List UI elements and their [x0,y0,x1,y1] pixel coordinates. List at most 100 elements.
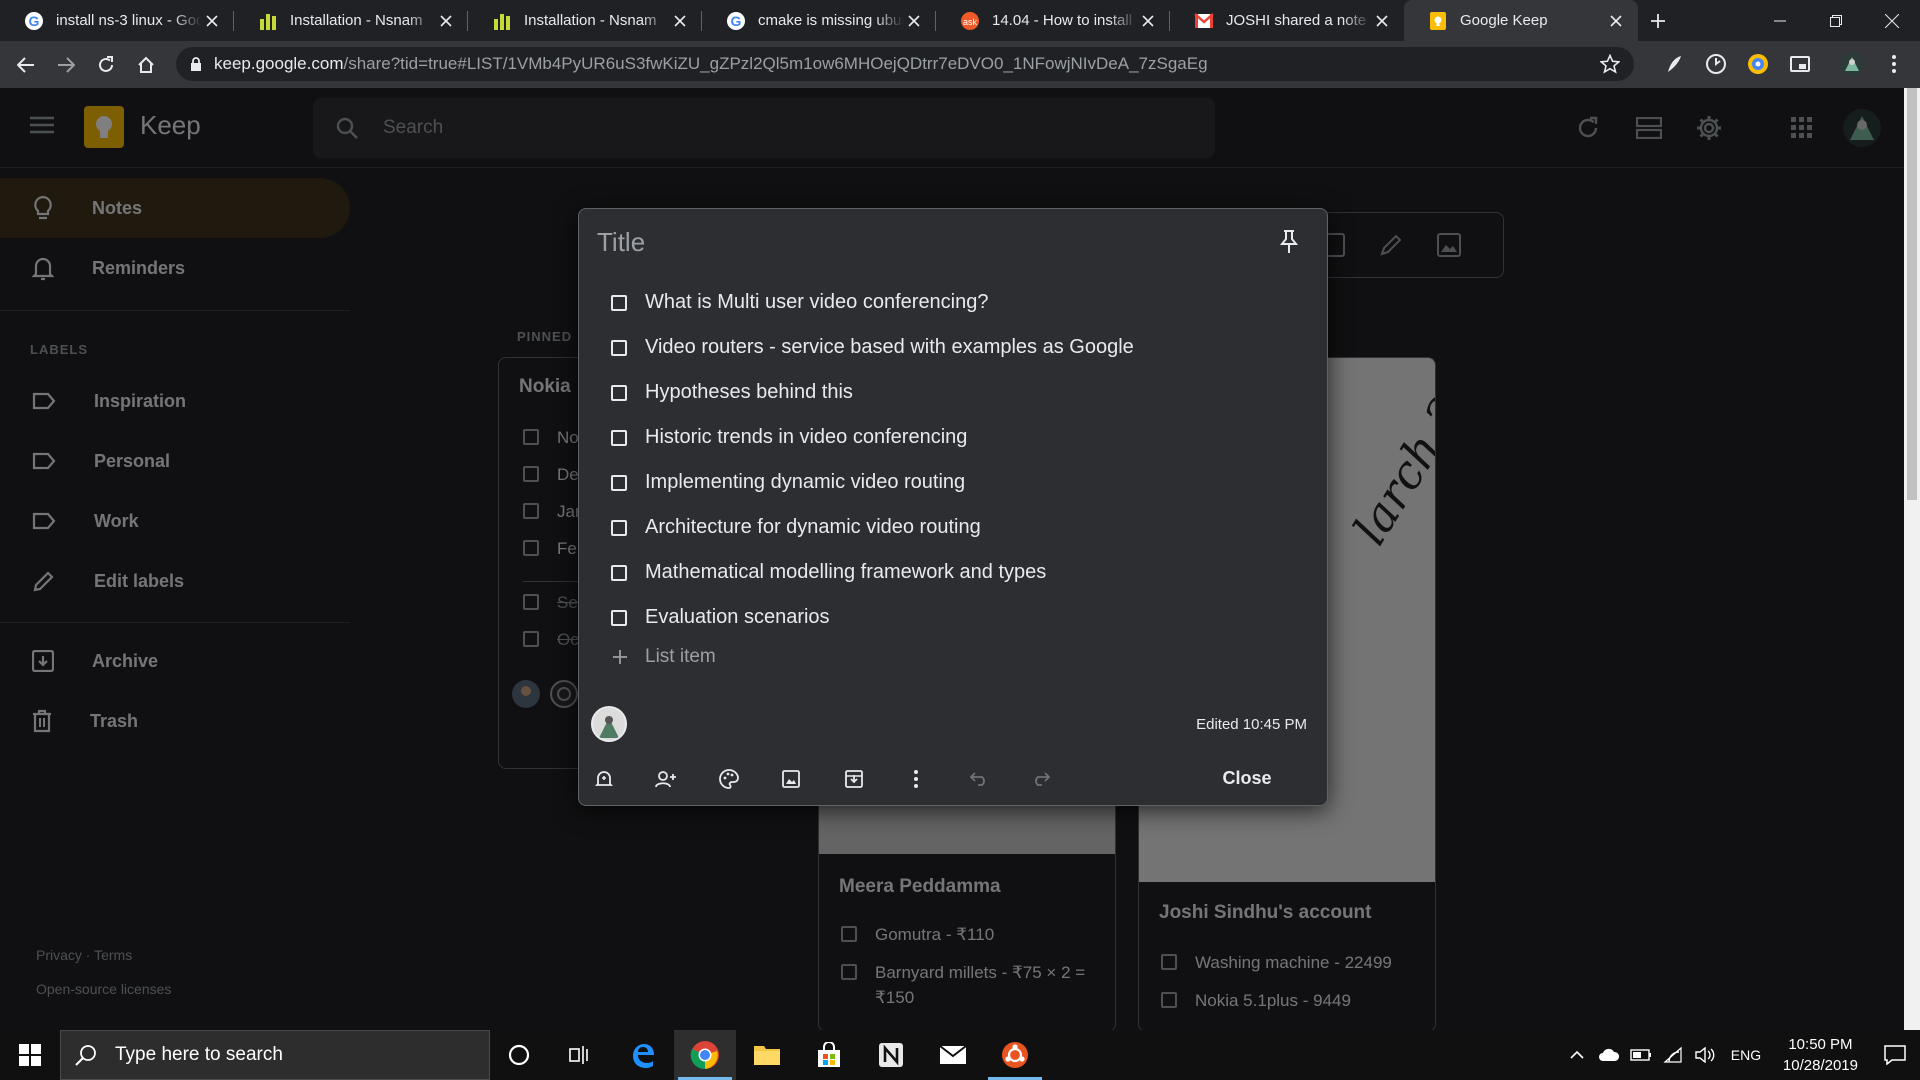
sidebar-item-notes[interactable]: Notes [0,178,350,238]
notification-center-icon[interactable] [1870,1030,1920,1080]
close-tab-icon[interactable] [1372,11,1392,31]
archive-icon[interactable] [837,762,871,796]
onedrive-cloud-icon[interactable] [1593,1030,1625,1080]
licenses-link[interactable]: Open-source licenses [36,972,171,1006]
settings-gear-icon[interactable] [1696,115,1722,141]
refresh-icon[interactable] [1576,116,1600,140]
undo-icon[interactable] [962,762,996,796]
extension-feather-icon[interactable] [1657,47,1691,81]
scrollbar-thumb[interactable] [1907,88,1917,500]
store-icon[interactable] [798,1030,860,1080]
checkbox[interactable] [611,564,627,581]
windows-start-icon[interactable] [0,1030,60,1080]
sidebar-item-work[interactable]: Work [0,491,350,551]
ubuntu-icon[interactable] [984,1030,1046,1080]
extension-clock-icon[interactable] [1699,47,1733,81]
pin-icon[interactable] [1279,229,1299,255]
close-tab-icon[interactable] [904,11,924,31]
checkbox[interactable] [611,384,627,401]
checkbox[interactable] [611,429,627,446]
checklist-item-text[interactable]: Mathematical modelling framework and typ… [645,561,1046,584]
close-tab-icon[interactable] [1138,11,1158,31]
checklist-item[interactable]: Evaluation scenarios [611,606,830,629]
keep-search-input[interactable]: Search [313,98,1215,158]
tab-4[interactable]: ask 14.04 - How to install cmake [936,0,1170,41]
sidebar-item-archive[interactable]: Archive [0,631,350,691]
chrome-taskbar-icon[interactable] [674,1030,736,1080]
restore-icon[interactable] [1808,0,1864,41]
wifi-icon[interactable] [1657,1030,1689,1080]
tab-1[interactable]: Installation - Nsnam [234,0,468,41]
minimize-icon[interactable] [1752,0,1808,41]
back-arrow-icon[interactable] [6,45,46,85]
remind-me-icon[interactable] [587,762,621,796]
sidebar-item-edit-labels[interactable]: Edit labels [0,551,350,611]
checkbox[interactable] [611,294,627,311]
palette-icon[interactable] [712,762,746,796]
edge-icon[interactable] [612,1030,674,1080]
star-icon[interactable] [1600,54,1620,74]
more-options-icon[interactable] [899,762,933,796]
show-hidden-icons-chevron-up-icon[interactable] [1561,1030,1593,1080]
sidebar-item-inspiration[interactable]: Inspiration [0,371,350,431]
sidebar-item-reminders[interactable]: Reminders [0,238,350,298]
mail-icon[interactable] [922,1030,984,1080]
home-icon[interactable] [126,45,166,85]
tab-5[interactable]: JOSHI shared a note with you [1170,0,1404,41]
extension-cast-icon[interactable] [1783,47,1817,81]
checkbox[interactable] [611,474,627,491]
note-card-meera[interactable]: Meera Peddamma Gomutra - ₹110 Barnyard m… [818,770,1116,1032]
chrome-menu-icon[interactable] [1877,47,1911,81]
checklist-item[interactable]: What is Multi user video conferencing? [611,291,989,314]
checklist-item[interactable]: Historic trends in video conferencing [611,426,967,449]
tab-0[interactable]: G install ns-3 linux - Google Search [0,0,234,41]
checklist-item-text[interactable]: Evaluation scenarios [645,606,830,629]
checklist-item[interactable]: Hypotheses behind this [611,381,853,404]
redo-icon[interactable] [1024,762,1058,796]
checkbox[interactable] [611,609,627,626]
checkbox[interactable] [611,339,627,356]
notion-icon[interactable] [860,1030,922,1080]
checkbox[interactable] [611,519,627,536]
extension-colorful-icon[interactable] [1741,47,1775,81]
checklist-item-text[interactable]: What is Multi user video conferencing? [645,291,989,314]
add-collaborator-icon[interactable] [649,762,683,796]
checklist-item[interactable]: Architecture for dynamic video routing [611,516,981,539]
close-button[interactable]: Close [1199,758,1295,798]
close-tab-icon[interactable] [1606,11,1626,31]
collaborator-avatar[interactable] [591,706,627,742]
checklist-item-text[interactable]: Hypotheses behind this [645,381,853,404]
reload-icon[interactable] [86,45,126,85]
add-image-icon[interactable] [774,762,808,796]
tab-6[interactable]: Google Keep [1404,0,1638,41]
language-indicator[interactable]: ENG [1721,1030,1771,1080]
close-window-icon[interactable] [1864,0,1920,41]
title-input[interactable]: Title [597,227,645,258]
image-note-icon[interactable] [1437,233,1461,257]
profile-avatar-icon[interactable] [1835,47,1869,81]
tab-2[interactable]: Installation - Nsnam [468,0,702,41]
file-explorer-icon[interactable] [736,1030,798,1080]
new-tab-button[interactable] [1638,0,1678,41]
checklist-item-text[interactable]: Architecture for dynamic video routing [645,516,981,539]
cortana-icon[interactable] [488,1030,550,1080]
taskbar-search-input[interactable]: Type here to search [60,1030,490,1080]
checklist-item[interactable]: Video routers - service based with examp… [611,336,1134,359]
brush-icon[interactable] [1379,233,1403,257]
privacy-link[interactable]: Privacy [36,947,82,963]
address-bar[interactable]: keep.google.com/share?tid=true#LIST/1VMb… [176,47,1634,81]
close-tab-icon[interactable] [436,11,456,31]
taskbar-clock[interactable]: 10:50 PM 10/28/2019 [1783,1034,1858,1076]
task-view-icon[interactable] [549,1030,611,1080]
checklist-item-text[interactable]: Historic trends in video conferencing [645,426,967,449]
list-view-icon[interactable] [1636,117,1662,139]
forward-arrow-icon[interactable] [46,45,86,85]
terms-link[interactable]: Terms [94,947,132,963]
sidebar-item-trash[interactable]: Trash [0,691,350,751]
account-avatar[interactable] [1842,108,1882,148]
main-menu-icon[interactable] [30,116,54,134]
tab-3[interactable]: G cmake is missing ubuntu - Google Searc… [702,0,936,41]
apps-grid-icon[interactable] [1791,117,1813,139]
battery-icon[interactable] [1625,1030,1657,1080]
close-tab-icon[interactable] [670,11,690,31]
